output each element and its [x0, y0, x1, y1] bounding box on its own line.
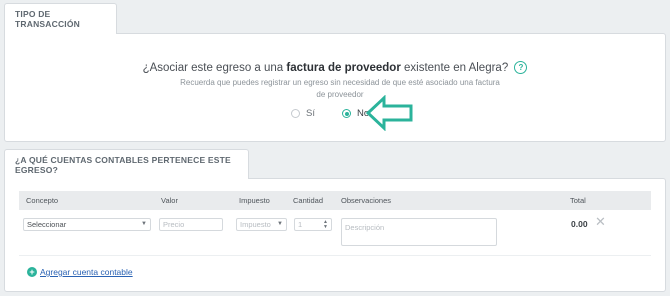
- question-suffix: existente en Alegra?: [400, 62, 509, 74]
- tab-tipo-transaccion[interactable]: Tipo de transacción: [4, 3, 117, 34]
- tipo-transaccion-panel: ¿Asociar este egreso a una factura de pr…: [4, 33, 666, 142]
- col-concepto: Concepto: [26, 196, 59, 205]
- question-subtext: Recuerda que puedes registrar un egreso …: [180, 78, 500, 99]
- delete-row-icon[interactable]: ✕: [595, 215, 606, 228]
- col-valor: Valor: [161, 196, 178, 205]
- radio-si-circle[interactable]: [291, 109, 300, 118]
- valor-input[interactable]: Precio: [159, 218, 223, 231]
- tab-cuentas-contables-label: ¿A qué cuentas contables pertenece este …: [15, 154, 231, 175]
- stepper-arrows-icon[interactable]: ▲ ▼: [323, 220, 328, 230]
- tab-tipo-transaccion-label: Tipo de transacción: [15, 9, 81, 29]
- add-account-label: Agregar cuenta contable: [40, 267, 133, 277]
- concepto-select-value: Seleccionar: [27, 220, 67, 229]
- arrow-left-icon: [366, 95, 413, 131]
- valor-placeholder: Precio: [163, 220, 185, 229]
- row-total: 0.00: [571, 219, 588, 229]
- cantidad-value: 1: [298, 220, 303, 229]
- radio-group: Sí No: [5, 108, 665, 122]
- question-prefix: ¿Asociar este egreso a una: [142, 62, 287, 74]
- radio-si-label: Sí: [306, 108, 315, 119]
- observaciones-placeholder: Descripción: [345, 223, 385, 232]
- question-bold: factura de proveedor: [286, 62, 401, 74]
- concepto-select[interactable]: Seleccionar ▼: [23, 218, 151, 231]
- col-cantidad: Cantidad: [293, 196, 324, 205]
- col-impuesto: Impuesto: [239, 196, 270, 205]
- col-observaciones: Observaciones: [341, 196, 392, 205]
- cuentas-contables-panel: Concepto Valor Impuesto Cantidad Observa…: [4, 178, 666, 292]
- help-icon[interactable]: ?: [514, 61, 528, 74]
- col-total: Total: [570, 196, 586, 205]
- table-row: Seleccionar ▼ Precio Impuesto ▼ 1 ▲ ▼ Des…: [19, 215, 651, 248]
- add-account-button[interactable]: + Agregar cuenta contable: [27, 267, 133, 277]
- plus-circle-icon: +: [27, 267, 37, 277]
- impuesto-select[interactable]: Impuesto ▼: [236, 218, 287, 231]
- chevron-down-icon: ▼: [277, 221, 283, 227]
- divider: [19, 255, 651, 256]
- cantidad-stepper[interactable]: 1 ▲ ▼: [294, 218, 332, 231]
- association-question: ¿Asociar este egreso a una factura de pr…: [5, 61, 665, 74]
- table-header: Concepto Valor Impuesto Cantidad Observa…: [19, 191, 651, 210]
- tab-cuentas-contables[interactable]: ¿A qué cuentas contables pertenece este …: [4, 149, 249, 179]
- radio-si[interactable]: Sí: [291, 108, 315, 119]
- impuesto-select-value: Impuesto: [240, 220, 271, 229]
- radio-no-circle[interactable]: [342, 109, 351, 118]
- observaciones-textarea[interactable]: Descripción: [341, 218, 497, 246]
- chevron-down-icon: ▼: [141, 221, 147, 227]
